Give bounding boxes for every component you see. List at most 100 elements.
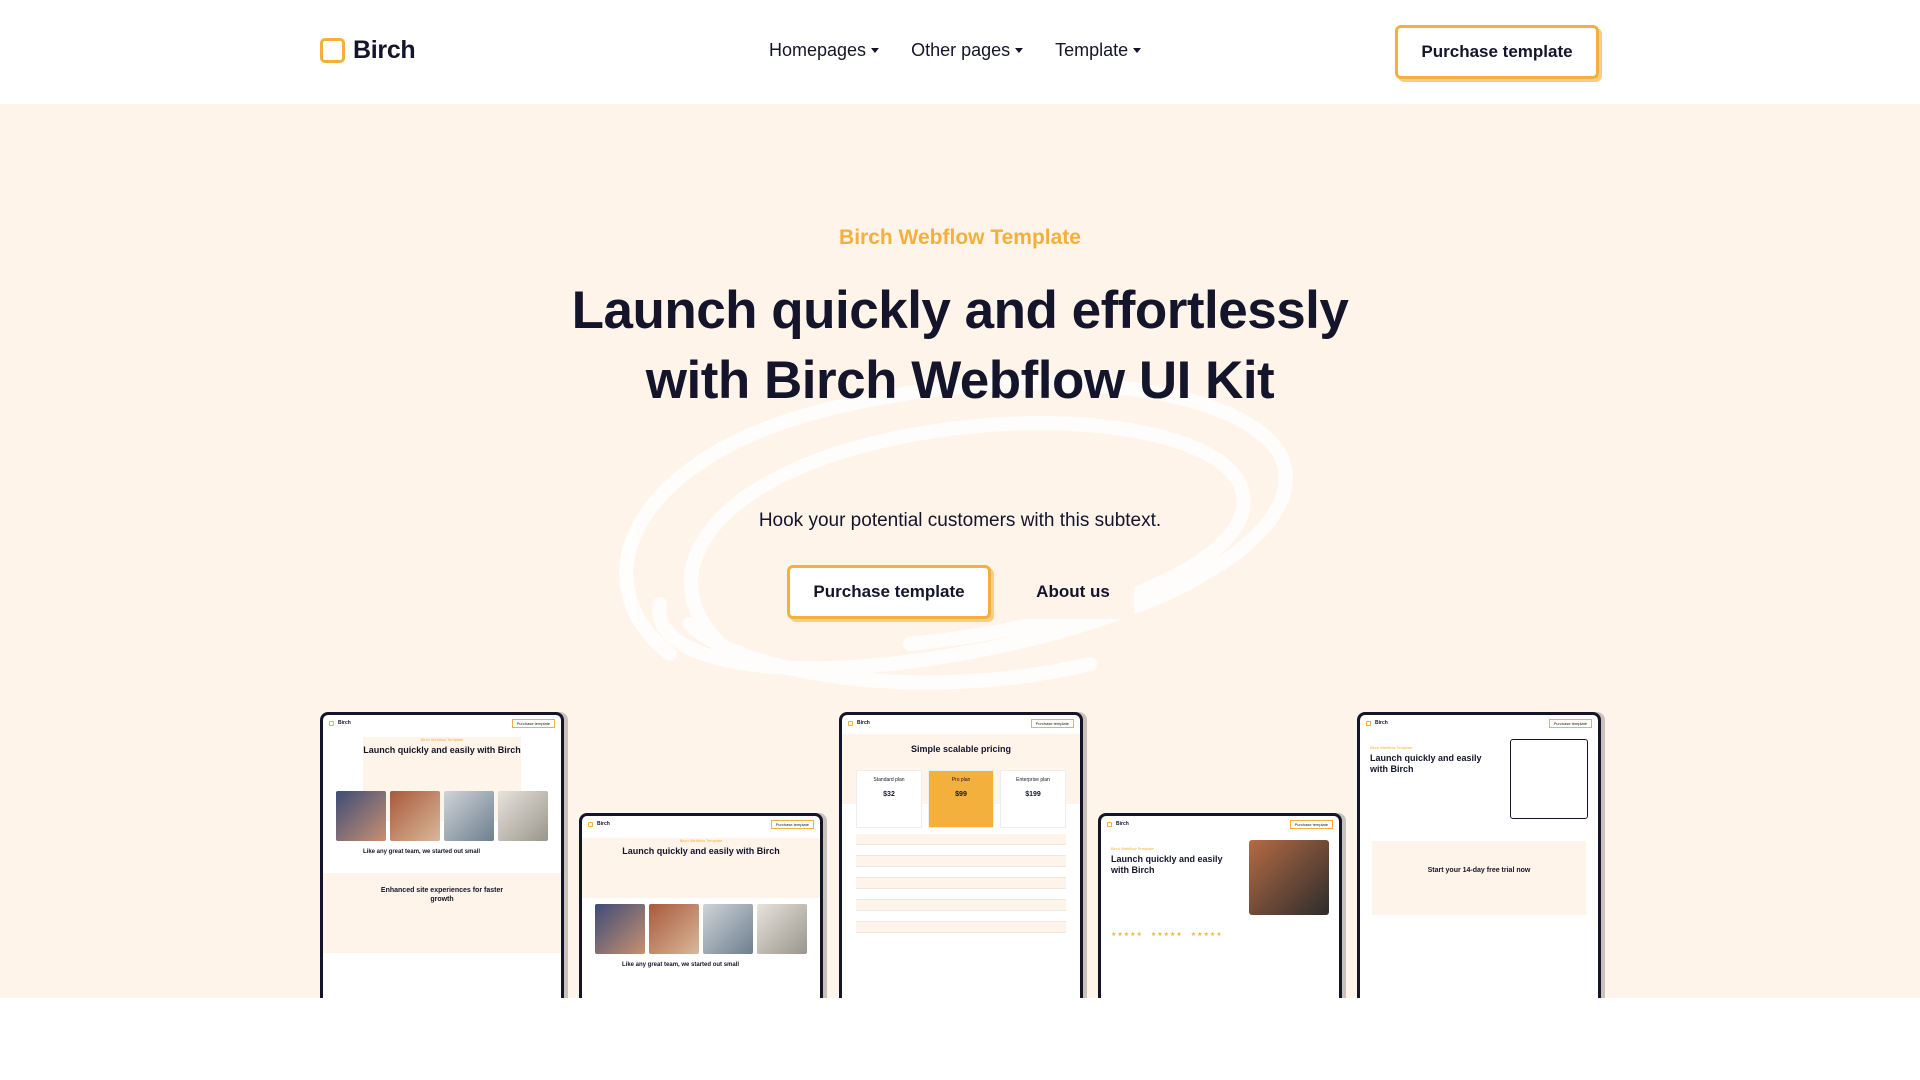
menu-template[interactable]: Template [1055, 40, 1142, 61]
mini-split-text: Birch Webflow Template Launch quickly an… [1111, 840, 1241, 915]
mini-signup-hero: Birch Webflow Template Launch quickly an… [1360, 731, 1598, 827]
table-row [856, 900, 1066, 911]
plan-name: Pro plan [951, 777, 971, 783]
menu-other-pages-label: Other pages [911, 40, 1011, 60]
mini-nav: Birch Purchase template [1101, 816, 1339, 832]
mini-logo-icon [1366, 720, 1371, 726]
about-us-button[interactable]: About us [1012, 565, 1134, 619]
table-row [856, 911, 1066, 922]
mini-comparison-table [842, 828, 1080, 939]
hero-headline: Launch quickly and effortlessly with Bir… [571, 281, 1349, 410]
mini-trial-banner: Start your 14-day free trial now [1372, 841, 1586, 915]
menu-homepages[interactable]: Homepages [769, 40, 880, 61]
plan-price: $32 [883, 791, 895, 798]
menu-template-label: Template [1055, 40, 1129, 60]
photo-image [336, 791, 386, 841]
mini-title: Launch quickly and easily with Birch [1111, 854, 1223, 875]
mini-title: Launch quickly and easily with Birch [363, 745, 521, 755]
table-row [856, 878, 1066, 889]
mini-photos [323, 791, 561, 841]
mini-purchase-button: Purchase template [1289, 819, 1333, 829]
main-menu: Homepages Other pages Template [769, 40, 1142, 61]
top-nav: Birch Homepages Other pages Template Pur… [0, 0, 1920, 104]
hero-purchase-button[interactable]: Purchase template [787, 565, 991, 619]
mini-row-title: Like any great team, we started out smal… [622, 962, 740, 968]
photo-image [649, 904, 699, 954]
mini-nav: Birch Purchase template [1360, 715, 1598, 731]
mini-trial-title: Start your 14-day free trial now [1427, 867, 1531, 874]
brand-logo[interactable]: Birch [320, 36, 416, 65]
plan-card-featured: Pro plan $99 [928, 770, 994, 828]
mini-about-row: Like any great team, we started out smal… [323, 841, 561, 855]
preview-card-pricing[interactable]: Birch Purchase template Simple scalable … [839, 712, 1083, 998]
mini-hero: Birch Webflow Template Launch quickly an… [582, 838, 820, 898]
preview-card-signup[interactable]: Birch Purchase template Birch Webflow Te… [1357, 712, 1601, 998]
mini-purchase-button: Purchase template [1548, 718, 1592, 728]
mini-brand: Birch [857, 720, 870, 726]
table-row [856, 834, 1066, 845]
table-row [856, 889, 1066, 900]
photo-image [703, 904, 753, 954]
photo-image [595, 904, 645, 954]
plan-price: $99 [955, 791, 967, 798]
mini-purchase-button: Purchase template [770, 819, 814, 829]
mini-nav: Birch Purchase template [323, 715, 561, 731]
mini-split-text: Birch Webflow Template Launch quickly an… [1370, 739, 1502, 819]
preview-card-home[interactable]: Birch Purchase template Birch Webflow Te… [320, 712, 564, 998]
mini-logo-icon [848, 720, 853, 726]
preview-card-home-3[interactable]: Birch Purchase template Birch Webflow Te… [1098, 813, 1342, 998]
table-row [856, 856, 1066, 867]
preview-card-home-2[interactable]: Birch Purchase template Birch Webflow Te… [579, 813, 823, 998]
photo-image [1249, 840, 1329, 915]
mini-nav: Birch Purchase template [582, 816, 820, 832]
mini-pricing-title: Simple scalable pricing [910, 744, 1012, 754]
mini-eyebrow: Birch Webflow Template [679, 838, 723, 843]
table-row [856, 867, 1066, 878]
menu-other-pages[interactable]: Other pages [911, 40, 1024, 61]
plan-name: Standard plan [873, 777, 905, 783]
mini-row-title: Like any great team, we started out smal… [363, 849, 481, 855]
mini-split-hero: Birch Webflow Template Launch quickly an… [1101, 832, 1339, 923]
plan-name: Enterprise plan [1016, 777, 1050, 783]
mini-eyebrow: Birch Webflow Template [420, 737, 464, 742]
photo-image [390, 791, 440, 841]
mini-purchase-button: Purchase template [1030, 718, 1074, 728]
mini-brand: Birch [338, 720, 351, 726]
photo-image [757, 904, 807, 954]
photo-image [498, 791, 548, 841]
mini-rating-stars-icon: ★★★★★ ★★★★★ ★★★★★ [1111, 932, 1223, 938]
mini-eyebrow: Birch Webflow Template [1111, 846, 1154, 851]
mini-logo-icon [588, 821, 593, 827]
table-row [856, 845, 1066, 856]
mini-eyebrow: Birch Webflow Template [1370, 745, 1413, 750]
table-row [856, 922, 1066, 933]
caret-down-icon [1015, 48, 1024, 53]
hero-eyebrow: Birch Webflow Template [839, 226, 1081, 249]
brand-name: Birch [353, 36, 416, 64]
mini-brand: Birch [597, 821, 610, 827]
hero-subtext: Hook your potential customers with this … [758, 510, 1162, 531]
mini-section: Enhanced site experiences for faster gro… [323, 873, 561, 953]
menu-homepages-label: Homepages [769, 40, 867, 60]
mini-brand: Birch [1116, 821, 1129, 827]
caret-down-icon [1133, 48, 1142, 53]
caret-down-icon [871, 48, 880, 53]
mini-plans: Standard plan $32 Pro plan $99 Enterpris… [842, 764, 1080, 828]
mini-title: Launch quickly and easily with Birch [622, 846, 780, 856]
logo-square-icon [320, 38, 345, 63]
mini-title: Launch quickly and easily with Birch [1370, 753, 1482, 774]
photo-image [444, 791, 494, 841]
mini-purchase-button: Purchase template [511, 718, 555, 728]
mini-logo-icon [1107, 821, 1112, 827]
mini-logo-icon [329, 720, 334, 726]
nav-purchase-button[interactable]: Purchase template [1395, 25, 1599, 79]
mini-about-row: Like any great team, we started out smal… [582, 954, 820, 968]
hero-section: Birch Webflow Template Launch quickly an… [0, 104, 1920, 998]
mini-section-title: Enhanced site experiences for faster gro… [380, 887, 504, 903]
mini-brand: Birch [1375, 720, 1388, 726]
plan-card: Enterprise plan $199 [1000, 770, 1066, 828]
mini-nav: Birch Purchase template [842, 715, 1080, 731]
mini-photos [582, 904, 820, 954]
plan-price: $199 [1025, 791, 1041, 798]
plan-card: Standard plan $32 [856, 770, 922, 828]
